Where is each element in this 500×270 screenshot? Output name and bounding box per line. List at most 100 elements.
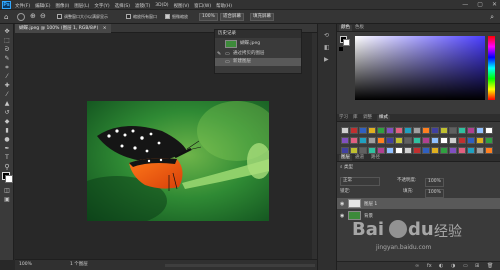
style-swatch[interactable] [368, 147, 376, 154]
gradient-tool-icon[interactable]: ▮ [3, 127, 11, 135]
style-swatch[interactable] [386, 137, 394, 144]
layer-row-active[interactable]: ◉ 图层 1 [337, 198, 500, 209]
style-swatch[interactable] [413, 147, 421, 154]
style-swatch[interactable] [485, 127, 493, 134]
tab-swatches[interactable]: 色板 [355, 25, 364, 31]
style-swatch[interactable] [449, 127, 457, 134]
adjustment-icon[interactable]: ◑ [451, 263, 455, 269]
blend-mode-select[interactable]: 正常 [340, 177, 380, 186]
menu-item[interactable]: 视图(V) [174, 3, 190, 9]
style-swatch[interactable] [395, 127, 403, 134]
quick-mask-icon[interactable]: ◫ [3, 187, 11, 195]
zoom-glass-icon[interactable]: ⚲ [3, 163, 11, 171]
trash-icon[interactable]: 🗑 [487, 263, 493, 269]
style-swatch[interactable] [341, 127, 349, 134]
properties-dock-icon[interactable]: ◧ [324, 44, 330, 51]
style-swatch[interactable] [404, 147, 412, 154]
minimize-button[interactable]: — [462, 2, 468, 8]
style-swatch[interactable] [350, 137, 358, 144]
document-tab-close[interactable]: × [103, 26, 107, 31]
style-swatch[interactable] [440, 147, 448, 154]
style-swatch[interactable] [341, 137, 349, 144]
color-bg-swatch[interactable] [343, 39, 350, 46]
maximize-button[interactable]: ▢ [477, 2, 483, 8]
eye-icon[interactable]: ◉ [340, 213, 344, 219]
style-swatch[interactable] [404, 137, 412, 144]
style-swatch[interactable] [377, 147, 385, 154]
history-dock-icon[interactable]: ⟲ [324, 32, 329, 39]
style-swatch[interactable] [413, 127, 421, 134]
style-swatch[interactable] [431, 147, 439, 154]
tab-styles[interactable]: 样式 [377, 115, 390, 121]
tab-channels[interactable]: 通道 [355, 155, 364, 161]
pen-tool-icon[interactable]: ✒ [3, 145, 11, 153]
type-tool-icon[interactable]: T [3, 154, 11, 162]
style-swatch[interactable] [458, 127, 466, 134]
close-button[interactable]: ✕ [492, 2, 497, 8]
eraser-tool-icon[interactable]: ◆ [3, 118, 11, 126]
tab-libraries[interactable]: 库 [353, 115, 358, 121]
style-swatch[interactable] [422, 127, 430, 134]
style-swatch[interactable] [440, 137, 448, 144]
style-swatch[interactable] [458, 147, 466, 154]
document-tab[interactable]: 蝴蝶.jpeg @ 100% (图层 1, RGB/8#) × [15, 24, 111, 33]
style-swatch[interactable] [422, 137, 430, 144]
style-swatch[interactable] [476, 127, 484, 134]
color-picker-field[interactable] [355, 36, 485, 100]
history-brush-source-icon[interactable]: ✎ [217, 50, 221, 58]
layer-kind-filter[interactable]: ⌕ 类型 [340, 165, 353, 171]
style-swatch[interactable] [386, 147, 394, 154]
style-swatch[interactable] [377, 137, 385, 144]
menu-item[interactable]: 文件(F) [15, 3, 30, 9]
style-swatch[interactable] [341, 147, 349, 154]
clone-stamp-icon[interactable]: ▲ [3, 100, 11, 108]
style-swatch[interactable] [368, 137, 376, 144]
history-item-active[interactable]: ▭ 新建图层 [215, 58, 301, 66]
style-swatch[interactable] [458, 137, 466, 144]
style-swatch[interactable] [350, 147, 358, 154]
status-zoom[interactable]: 100% [19, 262, 32, 268]
menu-item[interactable]: 图层(L) [74, 3, 89, 9]
horizontal-scrollbar[interactable] [165, 264, 315, 267]
style-swatch[interactable] [467, 147, 475, 154]
screen-mode-icon[interactable]: ▣ [3, 196, 11, 204]
tab-layers[interactable]: 图层 [339, 155, 352, 161]
fill-field[interactable]: 100% [425, 189, 444, 198]
brush-tool-icon[interactable]: ⁄ [3, 91, 11, 99]
fx-icon[interactable]: fx [427, 263, 432, 269]
lasso-tool-icon[interactable]: ᘐ [3, 46, 11, 54]
history-snapshot[interactable]: 蝴蝶.jpeg [215, 38, 301, 50]
menu-item[interactable]: 编辑(E) [35, 3, 50, 9]
butterfly-photo[interactable] [87, 101, 269, 221]
zoom-tool-icon[interactable] [17, 13, 25, 21]
menu-item[interactable]: 窗口(W) [194, 3, 211, 9]
zoom-all-windows-checkbox[interactable] [126, 14, 131, 19]
style-swatch[interactable] [395, 147, 403, 154]
style-swatch[interactable] [359, 127, 367, 134]
style-swatch[interactable] [386, 127, 394, 134]
group-icon[interactable]: ▭ [463, 263, 468, 269]
style-swatch[interactable] [485, 137, 493, 144]
style-swatch[interactable] [440, 127, 448, 134]
history-item[interactable]: ✎ ▭ 通过拷贝的图层 [215, 50, 301, 58]
style-swatch[interactable] [422, 147, 430, 154]
style-swatch[interactable] [485, 147, 493, 154]
link-layers-icon[interactable]: ∞ [415, 263, 419, 269]
style-swatch[interactable] [431, 127, 439, 134]
style-swatch[interactable] [404, 127, 412, 134]
style-swatch[interactable] [467, 127, 475, 134]
tab-color[interactable]: 颜色 [339, 25, 352, 31]
eye-icon[interactable]: ◉ [340, 201, 344, 207]
fit-screen-button[interactable]: 适合屏幕 [220, 13, 244, 21]
zoom-in-icon[interactable]: ⊕ [30, 13, 38, 21]
style-swatch[interactable] [467, 137, 475, 144]
background-color-swatch[interactable] [5, 175, 13, 183]
menu-item[interactable]: 图像(I) [55, 3, 69, 9]
zoom-out-icon[interactable]: ⊖ [40, 13, 48, 21]
style-swatch[interactable] [431, 137, 439, 144]
menu-item[interactable]: 3D(D) [155, 3, 168, 9]
move-tool-icon[interactable]: ✥ [3, 28, 11, 36]
fill-screen-button[interactable]: 填充屏幕 [250, 13, 274, 21]
tab-learn[interactable]: 学习 [339, 115, 348, 121]
style-swatch[interactable] [359, 137, 367, 144]
